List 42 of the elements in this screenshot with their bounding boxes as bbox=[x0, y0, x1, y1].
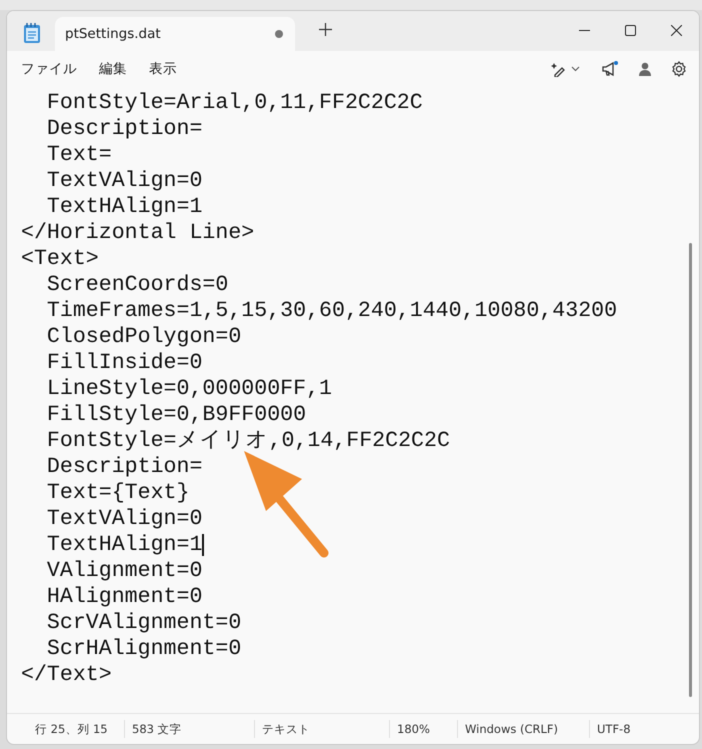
code-line: Description= bbox=[46, 116, 202, 142]
code-line: LineStyle=0,000000FF,1 bbox=[46, 376, 332, 402]
code-line: Text= bbox=[46, 142, 112, 168]
close-icon bbox=[670, 24, 682, 36]
settings-icon[interactable] bbox=[671, 61, 687, 77]
notepad-icon bbox=[23, 23, 41, 43]
code-line: ClosedPolygon=0 bbox=[46, 324, 242, 350]
maximize-icon bbox=[624, 24, 636, 36]
file-tab[interactable]: ptSettings.dat bbox=[55, 17, 295, 51]
code-line: TextHAlign=1 bbox=[46, 194, 202, 220]
account-icon[interactable] bbox=[639, 62, 651, 76]
status-item: テキスト bbox=[254, 720, 389, 738]
tab-title: ptSettings.dat bbox=[65, 26, 162, 42]
code-line: Text={Text} bbox=[46, 480, 190, 506]
status-item: UTF-8 bbox=[589, 720, 699, 738]
code-line: ScrHAlignment=0 bbox=[46, 636, 242, 662]
code-line: FontStyle=Arial,0,11,FF2C2C2C bbox=[46, 90, 423, 116]
pen-sparkle-icon[interactable] bbox=[551, 61, 581, 77]
code-line: TextVAlign=0 bbox=[46, 506, 202, 532]
code-line: TextVAlign=0 bbox=[46, 168, 202, 194]
status-item: Windows (CRLF) bbox=[457, 720, 589, 738]
code-line: FillInside=0 bbox=[46, 350, 202, 376]
code-line: HAlignment=0 bbox=[46, 584, 202, 610]
status-item: 180% bbox=[389, 720, 457, 738]
status-item: 行 25、列 15 bbox=[34, 721, 109, 738]
code-line: <Text> bbox=[21, 246, 99, 272]
code-line: ScreenCoords=0 bbox=[46, 272, 228, 298]
code-line: TextHAlign=1 bbox=[46, 532, 202, 558]
megaphone-icon[interactable] bbox=[601, 60, 619, 78]
menu-item[interactable]: 表示 bbox=[147, 56, 179, 82]
code-line: Description= bbox=[46, 454, 202, 480]
menu-item[interactable]: ファイル bbox=[19, 56, 79, 82]
code-line: TimeFrames=1,5,15,30,60,240,1440,10080,43200 bbox=[46, 298, 618, 324]
code-line: VAlignment=0 bbox=[46, 558, 202, 584]
code-line: FillStyle=0,B9FF0000 bbox=[46, 402, 306, 428]
menu-item[interactable]: 編集 bbox=[97, 56, 129, 82]
status-item: 583 文字 bbox=[124, 720, 254, 738]
code-line: </Text> bbox=[21, 662, 112, 688]
code-line: ScrVAlignment=0 bbox=[46, 610, 242, 636]
scrollbar-thumb[interactable] bbox=[689, 243, 692, 697]
code-line: </Horizontal Line> bbox=[21, 220, 254, 246]
code-line: FontStyle=メイリオ,0,14,FF2C2C2C bbox=[46, 428, 450, 454]
